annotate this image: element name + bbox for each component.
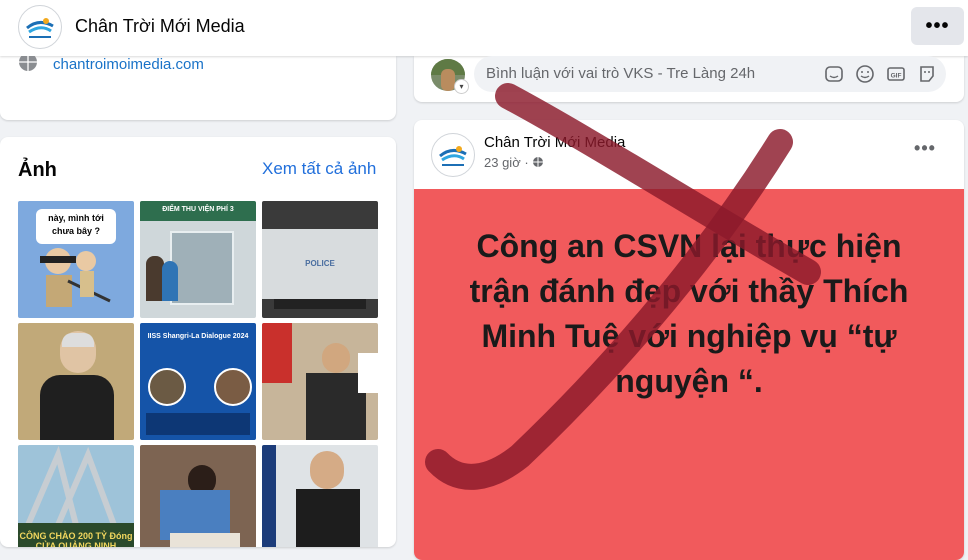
photo-caption: ĐIỂM THU VIỆN PHÍ 3 xyxy=(162,206,234,213)
photos-title: Ảnh xyxy=(18,159,57,181)
emoji-icon[interactable] xyxy=(855,64,875,84)
photo-thumbnail[interactable]: IISS Shangri-La Dialogue 2024 xyxy=(140,323,256,440)
logo-icon xyxy=(439,146,467,166)
globe-icon xyxy=(18,56,38,74)
post-options-button[interactable]: ••• xyxy=(911,138,939,162)
photo-caption: IISS Shangri-La Dialogue 2024 xyxy=(147,333,249,340)
more-horizontal-icon: ••• xyxy=(925,15,950,37)
photo-thumbnail[interactable] xyxy=(18,323,134,440)
post-text: Công an CSVN lại thực hiện trận đánh đẹp… xyxy=(469,228,909,399)
photo-thumbnail[interactable]: này, mình tới chưa bây ? xyxy=(18,201,134,318)
chevron-down-icon[interactable]: ▾ xyxy=(454,79,469,94)
page-avatar[interactable] xyxy=(18,5,62,49)
cartoon-figure-icon xyxy=(40,248,111,307)
globe-icon xyxy=(533,157,544,167)
arch-structure-icon xyxy=(25,445,117,527)
post-author-avatar[interactable] xyxy=(431,133,475,177)
page-header: Chân Trời Mới Media ••• xyxy=(0,0,968,56)
svg-text:GIF: GIF xyxy=(891,73,902,80)
photo-thumbnail[interactable]: ĐIỂM THU VIỆN PHÍ 3 xyxy=(140,201,256,318)
more-horizontal-icon: ••• xyxy=(914,138,936,158)
post-time-text: 23 giờ · xyxy=(484,155,533,170)
photo-thumbnail[interactable] xyxy=(262,445,378,547)
post-card: Chân Trời Mới Media 23 giờ · ••• Công an… xyxy=(414,120,964,560)
comment-input[interactable]: Bình luận với vai trò VKS - Tre Làng 24h… xyxy=(474,56,946,92)
photo-caption: CÔNG CHÀO 200 TỶ Đóng CỬA QUẢNG NINH xyxy=(19,531,133,547)
photo-thumbnail[interactable] xyxy=(262,323,378,440)
photos-card: Ảnh Xem tất cả ảnh này, mình tới chưa bâ… xyxy=(0,137,396,547)
sticker-icon[interactable] xyxy=(824,64,844,84)
photo-thumbnail[interactable]: CÔNG CHÀO 200 TỶ Đóng CỬA QUẢNG NINH xyxy=(18,445,134,547)
website-link[interactable]: chantroimoimedia.com xyxy=(53,56,204,73)
photo-caption: POLICE xyxy=(305,259,335,268)
comment-placeholder: Bình luận với vai trò VKS - Tre Làng 24h xyxy=(486,65,756,82)
gif-icon[interactable]: GIF xyxy=(886,64,906,84)
post-timestamp[interactable]: 23 giờ · xyxy=(484,155,544,170)
logo-icon xyxy=(26,18,54,38)
photo-thumbnail[interactable]: POLICE xyxy=(262,201,378,318)
post-author-name[interactable]: Chân Trời Mới Media xyxy=(484,134,625,151)
avatar-sticker-icon[interactable] xyxy=(917,64,937,84)
see-all-photos-link[interactable]: Xem tất cả ảnh xyxy=(262,159,376,179)
photo-thumbnail[interactable] xyxy=(140,445,256,547)
page-name[interactable]: Chân Trời Mới Media xyxy=(75,16,245,37)
more-options-button[interactable]: ••• xyxy=(911,7,964,45)
